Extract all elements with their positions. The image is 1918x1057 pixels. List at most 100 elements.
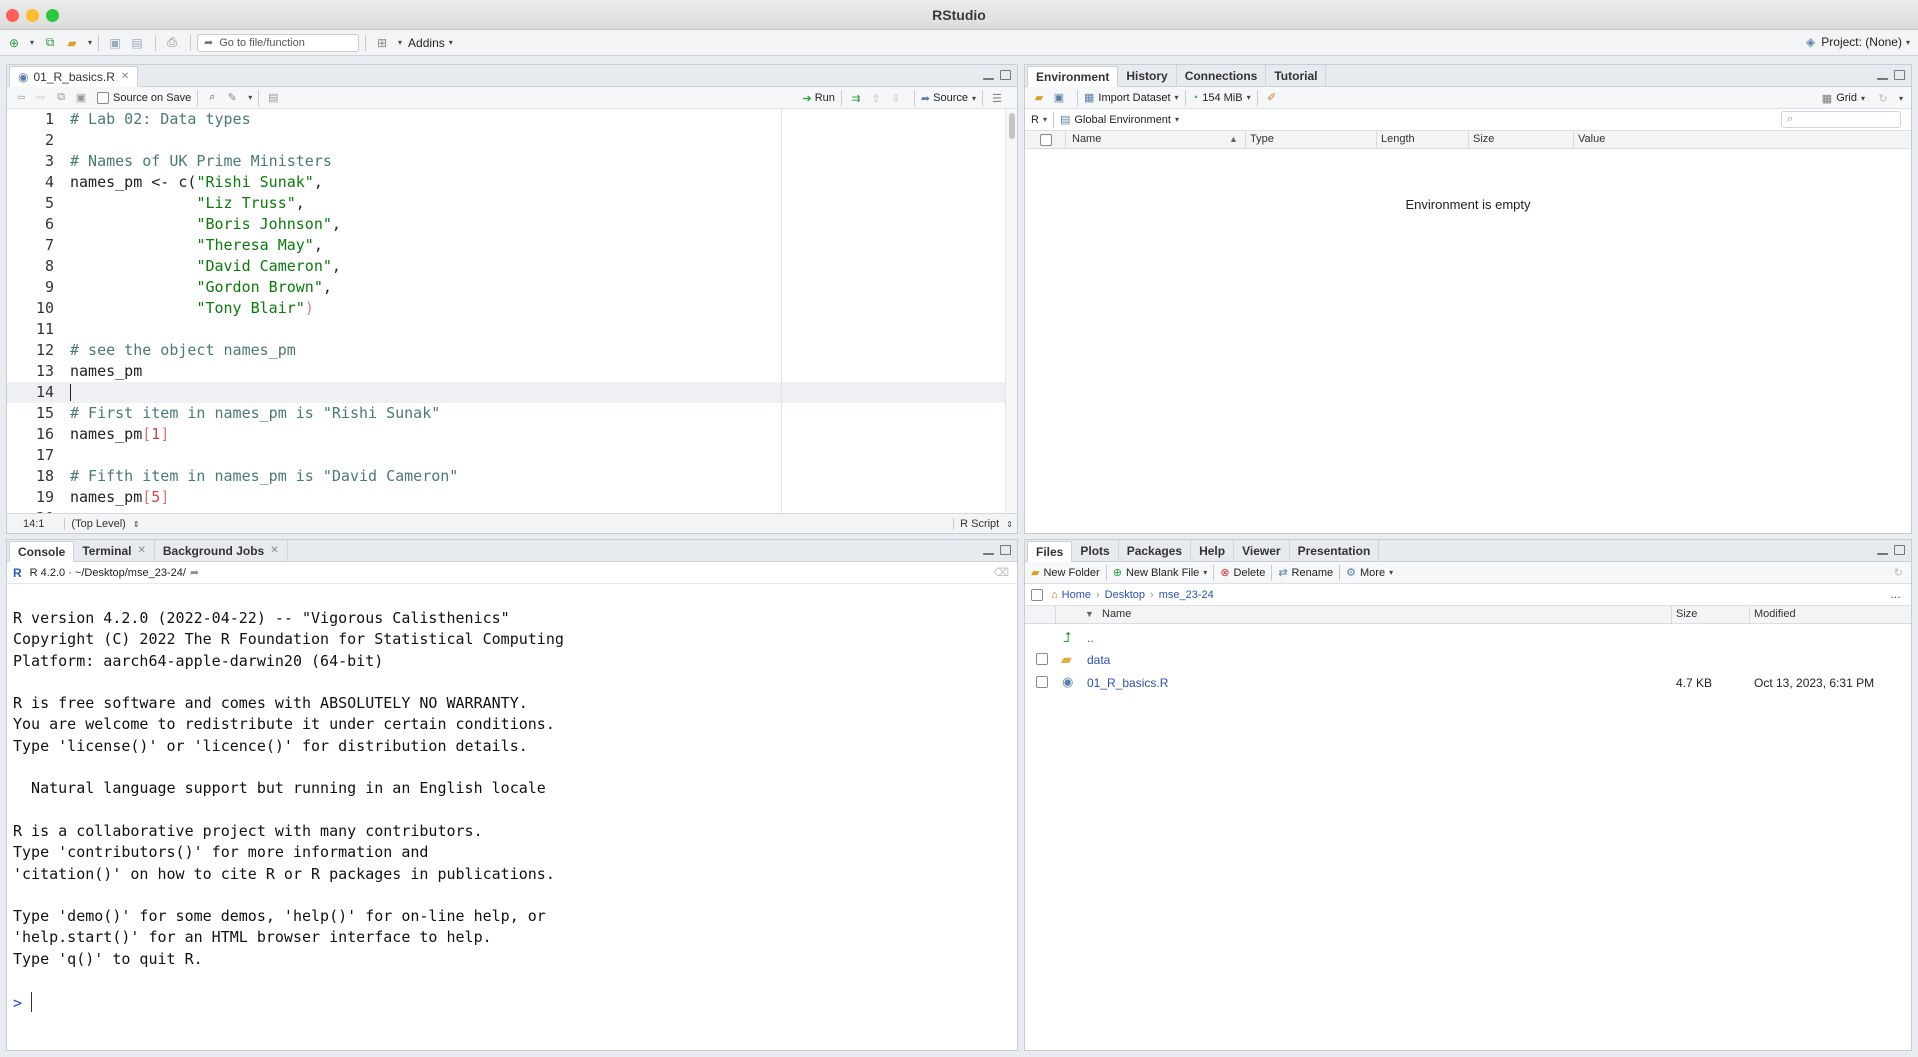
select-all-checkbox[interactable]	[1040, 134, 1052, 146]
tab-plots[interactable]: Plots	[1072, 540, 1119, 561]
show-in-window-icon[interactable]: ⧉	[53, 90, 69, 106]
scope-selector[interactable]: (Top Level) ⇕	[64, 517, 140, 530]
view-mode-selector[interactable]: ▦ Grid ▾	[1822, 92, 1865, 105]
column-name[interactable]: Name	[1072, 133, 1101, 145]
parent-directory-row[interactable]: ⮥ ..	[1025, 626, 1911, 648]
tab-presentation[interactable]: Presentation	[1290, 540, 1380, 561]
compile-report-icon[interactable]: ▤	[265, 90, 281, 106]
tab-background-jobs[interactable]: Background Jobs ✕	[155, 540, 288, 561]
maximize-pane-icon[interactable]	[1000, 70, 1011, 80]
save-file-icon[interactable]: ▣	[73, 90, 89, 106]
close-tab-icon[interactable]: ✕	[121, 71, 129, 82]
close-terminal-icon[interactable]: ✕	[137, 545, 145, 556]
save-all-icon[interactable]: ▤	[127, 34, 147, 52]
select-all-files-checkbox[interactable]	[1031, 588, 1043, 601]
tab-viewer[interactable]: Viewer	[1234, 540, 1290, 561]
clear-console-icon[interactable]: ⌫	[993, 566, 1009, 579]
close-jobs-icon[interactable]: ✕	[270, 545, 278, 556]
code-line[interactable]: 7 "Theresa May",	[7, 235, 1005, 256]
code-editor[interactable]: 1 # Lab 02: Data types 2 3 # Names of UK Pri…	[7, 109, 1005, 515]
code-line[interactable]: 1 # Lab 02: Data types	[7, 109, 1005, 130]
tab-environment[interactable]: Environment	[1027, 66, 1119, 87]
tab-connections[interactable]: Connections	[1177, 65, 1267, 86]
column-file-size[interactable]: Size	[1676, 608, 1697, 620]
row-checkbox[interactable]	[1036, 676, 1048, 688]
console-prompt[interactable]: >	[13, 994, 22, 1012]
source-button[interactable]: ➦ Source ▾	[921, 92, 976, 105]
code-line[interactable]: 17	[7, 445, 1005, 466]
breadcrumb-home[interactable]: Home	[1062, 589, 1091, 601]
tab-tutorial[interactable]: Tutorial	[1266, 65, 1327, 86]
table-row[interactable]: ◉ 01_R_basics.R 4.7 KB Oct 13, 2023, 6:3…	[1025, 671, 1911, 693]
table-row[interactable]: ▰ data	[1025, 648, 1911, 670]
code-line[interactable]: 11	[7, 319, 1005, 340]
row-checkbox[interactable]	[1036, 653, 1048, 665]
tab-help[interactable]: Help	[1191, 540, 1235, 561]
more-button[interactable]: ⚙ More ▾	[1346, 566, 1393, 580]
tab-files[interactable]: Files	[1027, 541, 1073, 562]
maximize-pane-icon[interactable]	[1894, 70, 1905, 80]
code-line[interactable]: 16 names_pm[1]	[7, 424, 1005, 445]
broom-icon[interactable]: ✐	[1264, 90, 1280, 106]
go-up-icon[interactable]: ⇧	[868, 90, 884, 106]
back-arrow-icon[interactable]: ⇦	[13, 90, 29, 106]
maximize-pane-icon[interactable]	[1000, 545, 1011, 555]
code-line[interactable]: 10 "Tony Blair")	[7, 298, 1005, 319]
refresh-icon[interactable]: ↻	[1875, 90, 1891, 106]
open-file-icon[interactable]: ▰	[62, 34, 82, 52]
code-line[interactable]: 5 "Liz Truss",	[7, 193, 1005, 214]
go-down-icon[interactable]: ⇩	[888, 90, 904, 106]
source-on-save-checkbox[interactable]	[97, 91, 109, 104]
column-size[interactable]: Size	[1473, 133, 1494, 145]
addins-menu[interactable]: Addins ▾	[408, 36, 453, 50]
tab-01-r-basics[interactable]: ◉ 01_R_basics.R ✕	[9, 66, 139, 87]
search-icon[interactable]: ⌕	[204, 90, 220, 106]
code-line[interactable]: 8 "David Cameron",	[7, 256, 1005, 277]
grid-layout-icon[interactable]: ⊞	[372, 34, 392, 52]
rerun-icon[interactable]: ⇉	[848, 90, 864, 106]
goto-directory-icon[interactable]: ➦	[190, 566, 199, 579]
code-line[interactable]: 6 "Boris Johnson",	[7, 214, 1005, 235]
code-line[interactable]: 18 # Fifth item in names_pm is "David Cam…	[7, 466, 1005, 487]
save-icon[interactable]: ▣	[105, 34, 125, 52]
outline-icon[interactable]: ☰	[989, 90, 1005, 106]
code-line[interactable]: 15 # First item in names_pm is "Rishi Sun…	[7, 403, 1005, 424]
minimize-pane-icon[interactable]	[1877, 552, 1888, 555]
file-name-link[interactable]: data	[1087, 653, 1110, 667]
maximize-pane-icon[interactable]	[1894, 545, 1905, 555]
column-type[interactable]: Type	[1250, 133, 1274, 145]
code-line[interactable]: 14	[7, 382, 1005, 403]
import-dataset-button[interactable]: ▦ Import Dataset ▾	[1084, 91, 1179, 105]
code-line[interactable]: 4 names_pm <- c("Rishi Sunak",	[7, 172, 1005, 193]
new-file-icon[interactable]: ⊕	[4, 34, 24, 52]
forward-arrow-icon[interactable]: ⇨	[33, 90, 49, 106]
save-workspace-icon[interactable]: ▣	[1051, 90, 1067, 106]
breadcrumb-mse-23-24[interactable]: mse_23-24	[1159, 589, 1214, 601]
column-file-name[interactable]: Name	[1102, 608, 1131, 620]
column-modified[interactable]: Modified	[1754, 608, 1796, 620]
code-line[interactable]: 3 # Names of UK Prime Ministers	[7, 151, 1005, 172]
load-workspace-icon[interactable]: ▰	[1031, 90, 1047, 106]
new-blank-file-button[interactable]: ⊕ New Blank File ▾	[1113, 566, 1208, 580]
scope-selector[interactable]: ▤ Global Environment ▾	[1060, 113, 1179, 127]
file-name-link[interactable]: 01_R_basics.R	[1087, 676, 1168, 690]
code-line[interactable]: 12 # see the object names_pm	[7, 340, 1005, 361]
rename-button[interactable]: ⇄ Rename	[1278, 566, 1333, 580]
tab-packages[interactable]: Packages	[1119, 540, 1192, 561]
code-line[interactable]: 9 "Gordon Brown",	[7, 277, 1005, 298]
goto-file-input[interactable]: ➦ Go to file/function	[197, 33, 360, 52]
source-on-save-toggle[interactable]: Source on Save	[97, 91, 191, 104]
working-directory[interactable]: R 4.2.0 · ~/Desktop/mse_23-24/	[30, 567, 186, 579]
breadcrumb-desktop[interactable]: Desktop	[1105, 589, 1145, 601]
delete-button[interactable]: ⊗ Delete	[1220, 566, 1265, 580]
minimize-pane-icon[interactable]	[1877, 77, 1888, 80]
language-selector[interactable]: R ▾	[1031, 114, 1047, 126]
magic-wand-icon[interactable]: ✎	[224, 90, 240, 106]
project-menu[interactable]: ◈ Project: (None) ▾	[1806, 35, 1910, 49]
tab-console[interactable]: Console	[9, 541, 75, 562]
editor-scrollbar[interactable]	[1005, 109, 1017, 515]
column-value[interactable]: Value	[1578, 133, 1605, 145]
new-project-icon[interactable]: ⧉	[40, 34, 60, 52]
refresh-icon[interactable]: ↻	[1894, 566, 1903, 579]
filetype-selector[interactable]: R Script ⇕	[953, 517, 1013, 530]
